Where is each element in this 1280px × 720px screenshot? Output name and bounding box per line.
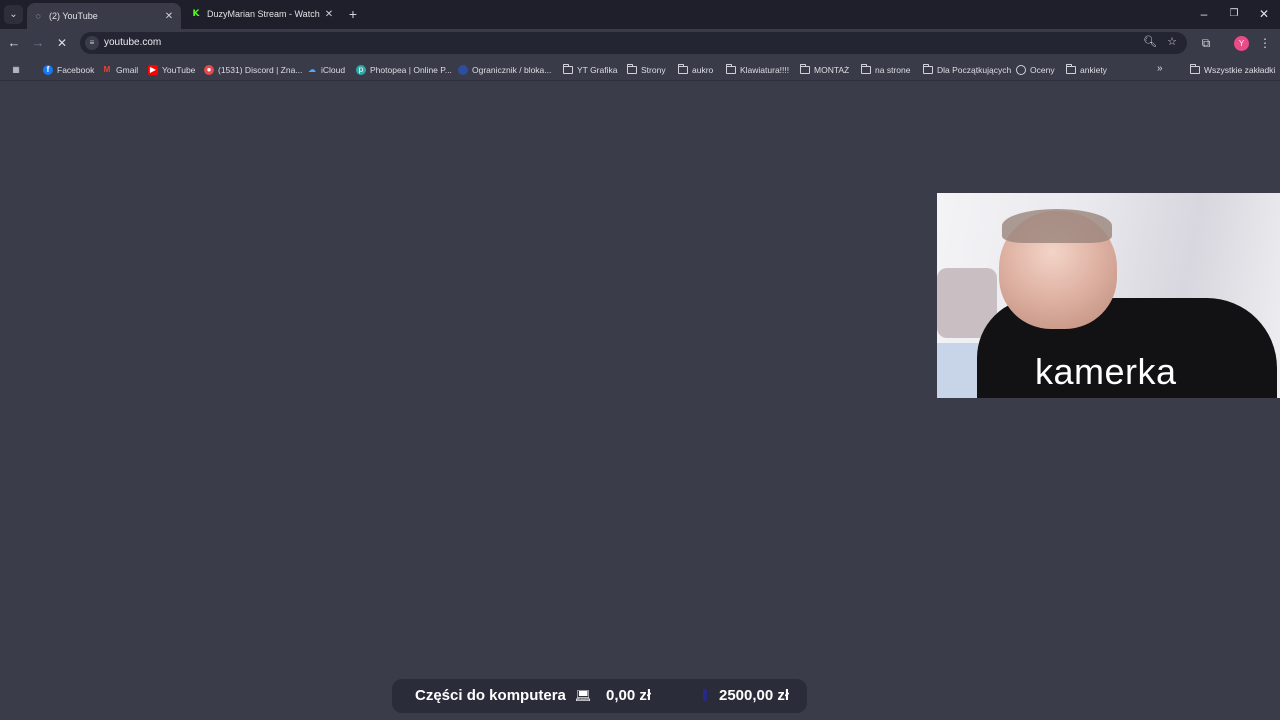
bookmark-facebook[interactable]: f Facebook — [43, 63, 94, 76]
tab-strip: ⌄ ◌ (2) YouTube ✕ K DuzyMarian Stream - … — [0, 0, 1280, 29]
webcam-label: kamerka — [1035, 351, 1177, 392]
bookmark-label: Facebook — [57, 64, 95, 75]
site-info-icon[interactable]: ≡ — [85, 36, 99, 50]
browser-toolbar: ← → ✕ ≡ youtube.com 🔍︎ ☆ ⧉ Y ⋮ — [0, 29, 1280, 58]
folder-icon — [1190, 63, 1200, 75]
goal-marker-icon — [703, 689, 707, 701]
bookmark-folder-klawiatura[interactable]: Klawiatura!!!! — [726, 63, 789, 76]
url-text[interactable]: youtube.com — [104, 37, 161, 48]
globe-icon — [1016, 64, 1026, 75]
menu-icon[interactable]: ⋮ — [1258, 36, 1272, 50]
folder-icon — [563, 63, 573, 75]
bookmark-youtube[interactable]: ▶ YouTube — [148, 63, 195, 76]
folder-icon — [678, 63, 688, 75]
folder-icon — [923, 63, 933, 75]
all-bookmarks-label: Wszystkie zakładki — [1204, 64, 1276, 75]
bookmark-gmail[interactable]: M Gmail — [102, 63, 139, 76]
site-icon — [458, 64, 468, 75]
all-bookmarks-button[interactable]: Wszystkie zakładki — [1190, 63, 1275, 76]
bookmark-label: iCloud — [321, 64, 346, 75]
more-bookmarks-chevron-icon[interactable]: » — [1157, 63, 1163, 74]
restore-button[interactable]: ❐ — [1227, 6, 1241, 22]
chevron-down-icon: ⌄ — [9, 9, 18, 20]
extensions-icon[interactable]: ⧉ — [1199, 36, 1213, 51]
bookmark-label: YT Grafika — [577, 64, 618, 75]
new-tab-button[interactable]: + — [346, 6, 360, 22]
bookmarks-bar: ▦ f Facebook M Gmail ▶ YouTube ● (1531) Disc… — [0, 58, 1280, 81]
close-tab-icon[interactable]: ✕ — [323, 9, 335, 20]
bookmark-star-icon[interactable]: ☆ — [1165, 35, 1179, 48]
bookmark-label: aukro — [692, 64, 714, 75]
youtube-icon: ▶ — [148, 64, 158, 75]
tab-search-button[interactable]: ⌄ — [4, 5, 23, 24]
minimize-button[interactable]: – — [1197, 6, 1211, 22]
donation-goal-bar: Części do komputera 💻︎ 0,00 zł 2500,00 z… — [392, 679, 807, 713]
bookmark-label: ankiety — [1080, 64, 1107, 75]
bookmark-folder-na-strone[interactable]: na strone — [861, 63, 910, 76]
bookmark-label: Dla Początkujących — [937, 64, 1012, 75]
loading-icon: ◌ — [35, 11, 41, 21]
photopea-icon: p — [356, 64, 366, 75]
kick-icon: K — [192, 9, 200, 19]
tab-kick-stream[interactable]: K DuzyMarian Stream - Watch Live ✕ — [185, 3, 341, 25]
bookmark-ogranicznik[interactable]: Ogranicznik / bloka... — [458, 63, 551, 76]
bookmark-folder-montaz[interactable]: MONTAŻ — [800, 63, 849, 76]
bookmark-icloud[interactable]: ☁ iCloud — [307, 63, 345, 76]
bookmark-folder-ankiety[interactable]: ankiety — [1066, 63, 1107, 76]
forward-button[interactable]: → — [30, 35, 46, 51]
bookmark-label: Oceny — [1030, 64, 1055, 75]
back-button[interactable]: ← — [6, 35, 22, 51]
webcam-person-hair — [1002, 209, 1112, 243]
bookmark-folder-yt-grafika[interactable]: YT Grafika — [563, 63, 617, 76]
close-window-button[interactable]: ✕ — [1257, 6, 1271, 22]
bookmark-photopea[interactable]: p Photopea | Online P... — [356, 63, 452, 76]
bookmark-label: Photopea | Online P... — [370, 64, 452, 75]
folder-icon — [861, 63, 871, 75]
folder-icon — [1066, 63, 1076, 75]
bookmark-label: Gmail — [116, 64, 139, 75]
apps-grid-icon: ▦ — [12, 65, 20, 74]
laptop-icon: 💻︎ — [575, 688, 592, 703]
donation-goal-label: Części do komputera — [415, 687, 566, 704]
tab-title: (2) YouTube — [49, 11, 98, 21]
folder-icon — [800, 63, 810, 75]
apps-button[interactable]: ▦ — [11, 63, 25, 76]
donation-target-amount: 2500,00 zł — [719, 687, 790, 704]
bookmark-discord[interactable]: ● (1531) Discord | Zna... — [204, 63, 302, 76]
bookmark-oceny[interactable]: Oceny — [1016, 63, 1055, 76]
bookmark-label: Klawiatura!!!! — [740, 64, 790, 75]
bookmark-label: na strone — [875, 64, 911, 75]
folder-icon — [726, 63, 736, 75]
stop-loading-button[interactable]: ✕ — [54, 35, 70, 51]
bookmark-label: Ogranicznik / bloka... — [472, 64, 552, 75]
bookmark-folder-dla-poczatkujacych[interactable]: Dla Początkujących — [923, 63, 1011, 76]
bookmark-folder-strony[interactable]: Strony — [627, 63, 666, 76]
bookmark-folder-aukro[interactable]: aukro — [678, 63, 713, 76]
webcam-overlay: kamerka — [937, 193, 1280, 398]
folder-icon — [627, 63, 637, 75]
zoom-icon[interactable]: 🔍︎ — [1143, 35, 1157, 48]
bookmark-label: MONTAŻ — [814, 64, 850, 75]
discord-icon: ● — [204, 64, 214, 75]
facebook-icon: f — [43, 64, 53, 75]
bookmark-label: YouTube — [162, 64, 196, 75]
tab-title: DuzyMarian Stream - Watch Live — [207, 9, 323, 19]
tab-youtube[interactable]: ◌ (2) YouTube ✕ — [27, 3, 181, 29]
gmail-icon: M — [103, 65, 111, 74]
bookmark-label: Strony — [641, 64, 666, 75]
address-bar[interactable]: ≡ youtube.com 🔍︎ ☆ — [80, 32, 1187, 54]
donation-current-amount: 0,00 zł — [606, 687, 652, 704]
profile-avatar[interactable]: Y — [1234, 36, 1249, 51]
icloud-icon: ☁ — [308, 65, 316, 74]
close-tab-icon[interactable]: ✕ — [163, 11, 175, 22]
bookmark-label: (1531) Discord | Zna... — [218, 64, 303, 75]
